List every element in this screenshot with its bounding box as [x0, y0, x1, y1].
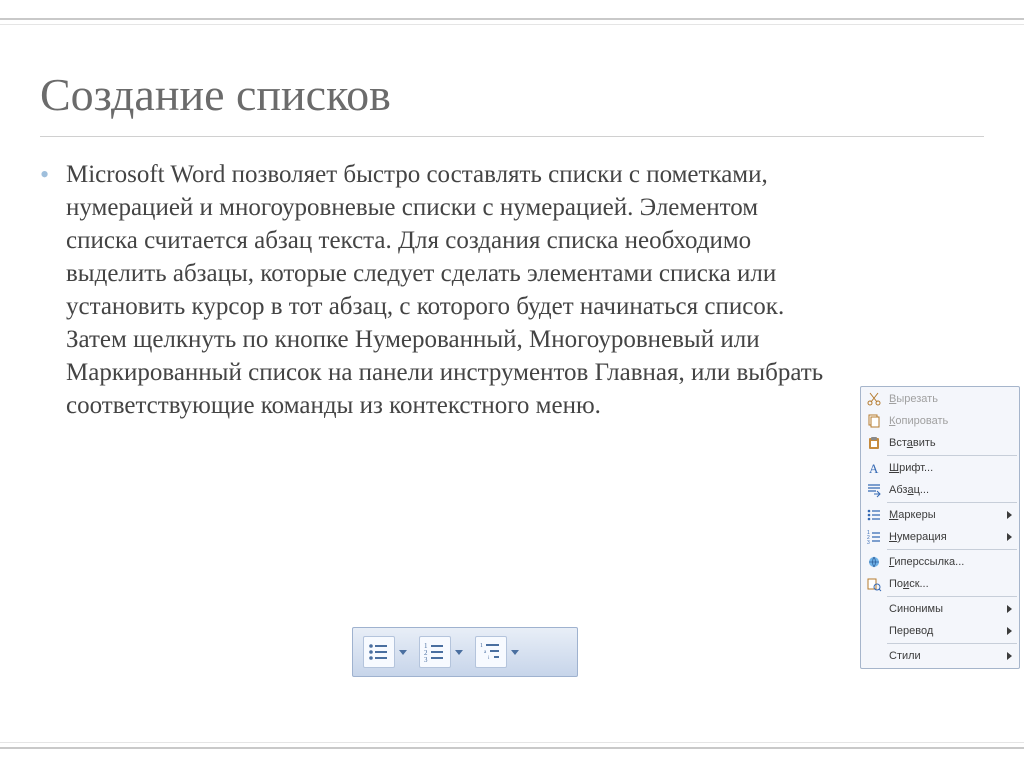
bullets-icon: [865, 506, 883, 524]
numbering-icon: 123: [865, 528, 883, 546]
menu-label: Шрифт...: [889, 462, 1015, 474]
menu-item-поиск[interactable]: Поиск...: [861, 573, 1019, 595]
dropdown-arrow-icon[interactable]: [455, 650, 463, 655]
blank-icon: [865, 622, 883, 640]
menu-item-вырезать: Вырезать: [861, 388, 1019, 410]
menu-separator: [887, 596, 1017, 597]
svg-text:1: 1: [480, 643, 483, 649]
menu-label: Гиперссылка...: [889, 556, 1015, 568]
menu-item-стили[interactable]: Стили: [861, 645, 1019, 667]
svg-text:3: 3: [867, 540, 870, 545]
menu-label: Стили: [889, 650, 1001, 662]
blank-icon: [865, 647, 883, 665]
multilevel-list-icon: 1ai: [475, 636, 507, 668]
paste-icon: [865, 434, 883, 452]
menu-item-абзац[interactable]: Абзац...: [861, 479, 1019, 501]
search-icon: [865, 575, 883, 593]
context-menu: Вырезать Копировать Вставить A Шрифт... Абзац…: [860, 386, 1020, 669]
svg-text:3: 3: [424, 656, 428, 664]
scissors-icon: [865, 390, 883, 408]
menu-separator: [887, 549, 1017, 550]
decorative-rule-top: [0, 18, 1024, 25]
menu-separator: [887, 455, 1017, 456]
bullet-item: Microsoft Word позволяет быстро составля…: [40, 158, 830, 422]
menu-label: Перевод: [889, 625, 1001, 637]
menu-label: Абзац...: [889, 484, 1015, 496]
slide-body: Microsoft Word позволяет быстро составля…: [40, 158, 830, 422]
menu-item-шрифт[interactable]: A Шрифт...: [861, 457, 1019, 479]
svg-text:A: A: [869, 461, 879, 476]
list-toolbar: 123 1ai: [352, 627, 578, 677]
copy-icon: [865, 412, 883, 430]
dropdown-arrow-icon[interactable]: [399, 650, 407, 655]
menu-label: Синонимы: [889, 603, 1001, 615]
blank-icon: [865, 600, 883, 618]
menu-label: Нумерация: [889, 531, 1001, 543]
submenu-arrow-icon: [1007, 652, 1012, 660]
menu-item-вставить[interactable]: Вставить: [861, 432, 1019, 454]
svg-text:a: a: [484, 650, 487, 655]
menu-item-гиперссылка[interactable]: Гиперссылка...: [861, 551, 1019, 573]
menu-label: Вырезать: [889, 393, 1015, 405]
menu-item-копировать: Копировать: [861, 410, 1019, 432]
menu-item-синонимы[interactable]: Синонимы: [861, 598, 1019, 620]
bullet-list: Microsoft Word позволяет быстро составля…: [40, 158, 830, 422]
numbered-list-button[interactable]: 123: [419, 634, 463, 670]
bulleted-list-button[interactable]: [363, 634, 407, 670]
paragraph-icon: [865, 481, 883, 499]
numbered-list-icon: 123: [419, 636, 451, 668]
submenu-arrow-icon: [1007, 627, 1012, 635]
menu-label: Копировать: [889, 415, 1015, 427]
menu-label: Маркеры: [889, 509, 1001, 521]
slide: Создание списков Microsoft Word позволяе…: [0, 0, 1024, 767]
menu-item-нумерация[interactable]: 123 Нумерация: [861, 526, 1019, 548]
menu-separator: [887, 643, 1017, 644]
multilevel-list-button[interactable]: 1ai: [475, 634, 519, 670]
decorative-rule-bottom: [0, 742, 1024, 749]
menu-separator: [887, 502, 1017, 503]
submenu-arrow-icon: [1007, 605, 1012, 613]
menu-label: Вставить: [889, 437, 1015, 449]
title-underline: [40, 136, 984, 137]
dropdown-arrow-icon[interactable]: [511, 650, 519, 655]
slide-title: Создание списков: [40, 68, 391, 121]
menu-label: Поиск...: [889, 578, 1015, 590]
font-icon: A: [865, 459, 883, 477]
menu-item-перевод[interactable]: Перевод: [861, 620, 1019, 642]
bulleted-list-icon: [363, 636, 395, 668]
menu-item-маркеры[interactable]: Маркеры: [861, 504, 1019, 526]
submenu-arrow-icon: [1007, 533, 1012, 541]
submenu-arrow-icon: [1007, 511, 1012, 519]
svg-text:i: i: [488, 656, 490, 661]
hyperlink-icon: [865, 553, 883, 571]
